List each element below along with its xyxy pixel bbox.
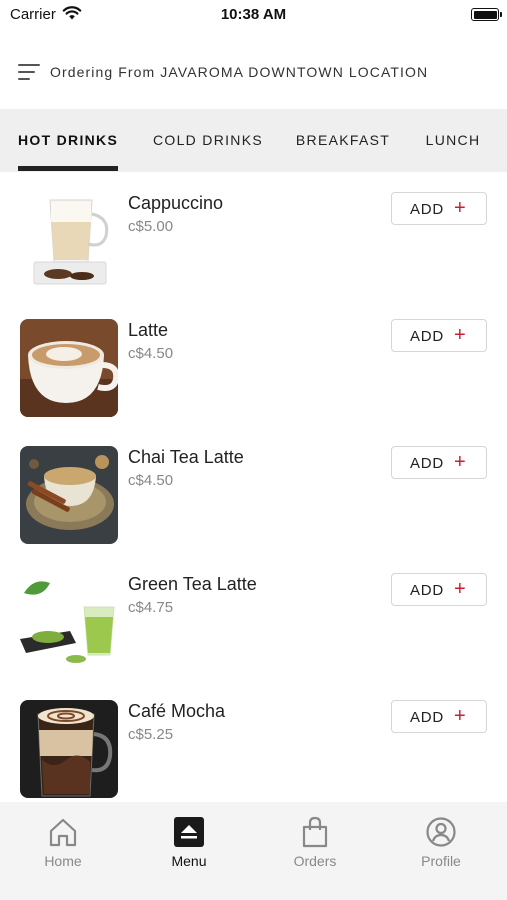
status-time: 10:38 AM <box>220 6 287 23</box>
nav-label: Home <box>44 853 82 869</box>
add-button[interactable]: ADD + <box>391 319 487 352</box>
add-button[interactable]: ADD + <box>391 700 487 733</box>
plus-icon: + <box>454 324 466 346</box>
add-button[interactable]: ADD + <box>391 446 487 479</box>
nav-orders[interactable]: Orders <box>252 802 378 900</box>
item-price: c$4.50 <box>128 472 174 489</box>
status-bar: Carrier 10:38 AM <box>0 0 507 30</box>
add-button[interactable]: ADD + <box>391 192 487 225</box>
item-name: Chai Tea Latte <box>128 447 244 467</box>
add-button-label: ADD <box>410 709 445 726</box>
category-tabs: HOT DRINKS COLD DRINKS BREAKFAST LUNCH <box>0 109 507 172</box>
list-item[interactable]: Chai Tea Latte c$4.50 ADD + <box>0 426 507 553</box>
nav-home[interactable]: Home <box>0 802 126 900</box>
active-tab-indicator <box>18 166 118 171</box>
item-name: Green Tea Latte <box>128 574 257 594</box>
plus-icon: + <box>454 578 466 600</box>
green-tea-latte-image <box>20 573 118 671</box>
add-button-label: ADD <box>410 582 445 599</box>
shopping-bag-icon <box>302 816 328 848</box>
plus-icon: + <box>454 451 466 473</box>
item-price: c$5.25 <box>128 726 174 743</box>
battery-icon <box>471 8 502 21</box>
ordering-location-text: Ordering From JAVAROMA DOWNTOWN LOCATION <box>50 64 429 80</box>
add-button[interactable]: ADD + <box>391 573 487 606</box>
home-icon <box>49 818 77 847</box>
nav-menu[interactable]: Menu <box>126 802 252 900</box>
nav-profile[interactable]: Profile <box>378 802 504 900</box>
chai-tea-latte-image <box>20 446 118 544</box>
item-name: Cappuccino <box>128 193 224 213</box>
list-item[interactable]: Café Mocha c$5.25 ADD + <box>0 680 507 802</box>
profile-icon <box>426 817 456 847</box>
list-item[interactable]: Latte c$4.50 ADD + <box>0 299 507 426</box>
list-item[interactable]: Cappuccino c$5.00 ADD + <box>0 172 507 299</box>
nav-label: Profile <box>421 853 461 869</box>
latte-image <box>20 319 118 417</box>
menu-icon <box>174 817 204 847</box>
tab-lunch[interactable]: LUNCH <box>420 109 486 172</box>
nav-label: Menu <box>171 853 207 869</box>
item-price: c$4.75 <box>128 599 174 616</box>
item-price: c$4.50 <box>128 345 174 362</box>
cappuccino-image <box>20 192 118 290</box>
tab-cold-drinks[interactable]: COLD DRINKS <box>148 109 268 172</box>
plus-icon: + <box>454 705 466 727</box>
tab-hot-drinks[interactable]: HOT DRINKS <box>18 109 118 172</box>
item-price: c$5.00 <box>128 218 174 235</box>
add-button-label: ADD <box>410 455 445 472</box>
bottom-navigation: Home Menu Orders Profile <box>0 802 507 900</box>
tab-breakfast[interactable]: BREAKFAST <box>292 109 394 172</box>
list-item[interactable]: Green Tea Latte c$4.75 ADD + <box>0 553 507 680</box>
add-button-label: ADD <box>410 328 445 345</box>
cafe-mocha-image <box>20 700 118 798</box>
nav-label: Orders <box>293 853 337 869</box>
item-name: Latte <box>128 320 169 340</box>
menu-item-list: Cappuccino c$5.00 ADD + Latte c$4.50 ADD… <box>0 172 507 802</box>
add-button-label: ADD <box>410 201 445 218</box>
filter-list-icon[interactable] <box>18 64 40 80</box>
item-name: Café Mocha <box>128 701 226 721</box>
plus-icon: + <box>454 197 466 219</box>
location-header: Ordering From JAVAROMA DOWNTOWN LOCATION <box>0 52 507 92</box>
